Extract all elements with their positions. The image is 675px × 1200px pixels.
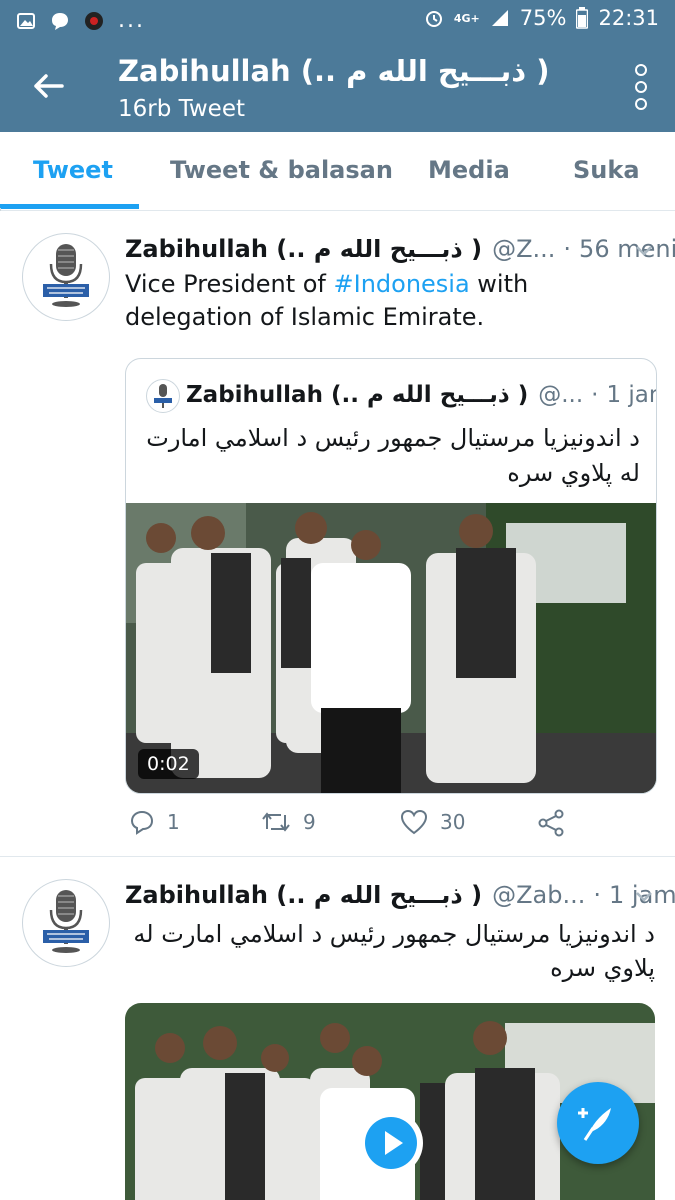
tweet-count: 16rb Tweet [118, 96, 246, 122]
tweet-text: Vice President of #Indonesia with delega… [125, 268, 655, 334]
compose-tweet-button[interactable] [557, 1082, 639, 1164]
battery-percent: 75% [519, 6, 567, 30]
clock: 22:31 [598, 6, 659, 30]
app-bar: Zabihullah (.. ذبـــيح الله م ) 16rb Twe… [0, 40, 675, 132]
video-frame [126, 503, 656, 793]
microphone-logo-icon [154, 384, 172, 408]
play-icon [365, 1117, 417, 1169]
username[interactable]: @Z... [492, 235, 555, 263]
share-button[interactable] [537, 809, 565, 837]
profile-tabs: Tweet Tweet & balasan Media Suka [0, 132, 675, 211]
play-button[interactable] [359, 1111, 423, 1175]
video-thumbnail[interactable]: 0:02 [126, 503, 656, 793]
avatar[interactable] [22, 879, 110, 967]
quoted-timestamp: 1 jam [606, 382, 656, 408]
reply-button[interactable]: 1 [129, 809, 180, 835]
tweet-item[interactable]: Zabihullah (.. ذبـــيح الله م ) @Z... · … [0, 211, 675, 856]
tweet-text-part: Vice President of [125, 270, 334, 298]
tab-tweet[interactable]: Tweet [33, 156, 113, 184]
gallery-icon [17, 12, 35, 29]
quoted-text: د اندونیزیا مرستیال جمهور رئیس د اسلامي … [146, 424, 640, 487]
retweet-button[interactable]: 9 [261, 809, 316, 835]
network-type: 4G+ [453, 11, 480, 25]
reply-count: 1 [167, 810, 180, 834]
quoted-avatar [146, 379, 180, 413]
tweet-header: Zabihullah (.. ذبـــيح الله م ) @Z... · … [125, 235, 675, 263]
share-icon [538, 809, 564, 837]
hashtag-link[interactable]: #Indonesia [334, 270, 470, 298]
microphone-logo-icon [43, 244, 89, 307]
reply-icon [130, 810, 154, 835]
quoted-tweet[interactable]: Zabihullah (.. ذبـــيح الله م ) @... · 1… [125, 358, 657, 794]
signal-icon [491, 10, 508, 26]
quoted-username: @... [538, 382, 584, 408]
like-icon [400, 809, 428, 835]
like-count: 30 [440, 810, 466, 834]
chevron-down-icon[interactable] [635, 891, 653, 903]
tab-media[interactable]: Media [428, 156, 510, 184]
tweet-actions: 1 9 30 [125, 809, 655, 849]
more-vertical-icon[interactable] [631, 64, 651, 110]
profile-title: Zabihullah (.. ذبـــيح الله م ) [118, 54, 550, 88]
username[interactable]: @Zab... [492, 881, 585, 909]
back-arrow-icon[interactable] [26, 64, 70, 108]
message-icon [52, 12, 68, 30]
tweet-text: د اندونیزیا مرستیال جمهور رئیس د اسلامي … [133, 920, 655, 982]
compose-icon [578, 1108, 611, 1141]
avatar[interactable] [22, 233, 110, 321]
timestamp: 56 menit [579, 235, 675, 263]
alarm-icon [425, 11, 442, 27]
active-tab-indicator [0, 204, 139, 209]
microphone-logo-icon [43, 890, 89, 953]
tweet-header: Zabihullah (.. ذبـــيح الله م ) @Zab... … [125, 881, 675, 909]
quoted-header: Zabihullah (.. ذبـــيح الله م ) @... · 1… [186, 382, 656, 408]
display-name[interactable]: Zabihullah (.. ذبـــيح الله م ) [125, 881, 482, 909]
more-notifications: ... [118, 8, 145, 33]
tab-tweet-replies[interactable]: Tweet & balasan [170, 156, 393, 184]
battery-icon [576, 7, 589, 29]
like-button[interactable]: 30 [400, 809, 465, 835]
quoted-display-name: Zabihullah (.. ذبـــيح الله م ) [186, 382, 529, 408]
app-notification-icon [85, 11, 103, 30]
chevron-down-icon[interactable] [635, 245, 653, 257]
display-name[interactable]: Zabihullah (.. ذبـــيح الله م ) [125, 235, 482, 263]
retweet-count: 9 [303, 810, 316, 834]
tab-likes[interactable]: Suka [573, 156, 640, 184]
video-duration: 0:02 [138, 749, 199, 779]
status-bar: ... 4G+ 75% 22:31 [0, 0, 675, 40]
retweet-icon [262, 812, 290, 832]
